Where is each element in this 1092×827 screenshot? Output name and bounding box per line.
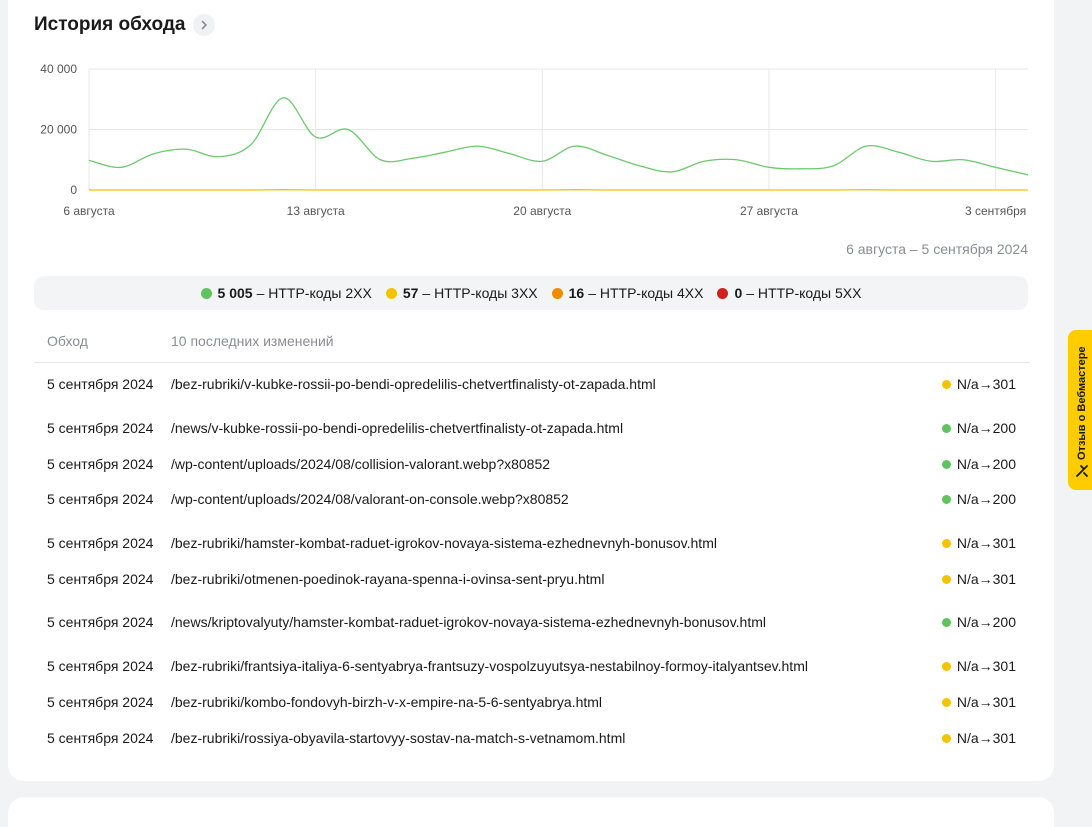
row-date: 5 сентября 2024 (47, 535, 153, 551)
legend: 5 005– HTTP-коды 2XX57– HTTP-коды 3XX16–… (34, 276, 1028, 310)
legend-value: 16 (569, 285, 585, 301)
chevron-right-icon[interactable] (193, 14, 215, 36)
date-range: 6 августа – 5 сентября 2024 (846, 241, 1028, 257)
status-text: N/a→301 (957, 376, 1016, 392)
column-crawl: Обход (47, 333, 88, 349)
row-status: N/a→301 (942, 376, 1016, 392)
crawl-history-card: История обхода 40 000 20 000 0 6 августа 13 … (8, 0, 1054, 781)
series-line-0 (89, 98, 1028, 175)
title-row: История обхода (34, 14, 215, 36)
y-tick-label: 40 000 (40, 62, 77, 76)
status-dot (942, 539, 951, 548)
row-date: 5 сентября 2024 (47, 456, 153, 472)
table-row: 5 сентября 2024/news/v-kubke-rossii-po-b… (34, 417, 1030, 441)
row-status: N/a→200 (942, 420, 1016, 436)
y-tick-label: 0 (70, 183, 77, 197)
table-row: 5 сентября 2024/wp-content/uploads/2024/… (34, 488, 1030, 512)
row-url[interactable]: /news/kriptovalyuty/hamster-kombat-radue… (171, 614, 766, 630)
row-status: N/a→200 (942, 456, 1016, 472)
status-text: N/a→200 (957, 456, 1016, 472)
row-date: 5 сентября 2024 (47, 614, 153, 630)
next-card (8, 797, 1054, 827)
x-tick-label: 27 августа (740, 204, 798, 218)
table-row: 5 сентября 2024/bez-rubriki/frantsiya-it… (34, 655, 1030, 679)
crawl-chart: 40 000 20 000 0 6 августа 13 августа 20 авгус… (8, 50, 1054, 230)
table-row: 5 сентября 2024/bez-rubriki/kombo-fondov… (34, 691, 1030, 715)
page-title: История обхода (34, 14, 185, 36)
status-dot (942, 424, 951, 433)
row-status: N/a→301 (942, 694, 1016, 710)
legend-label: – HTTP-коды 2XX (257, 285, 372, 301)
legend-dot (552, 288, 563, 299)
status-text: N/a→200 (957, 491, 1016, 507)
row-url[interactable]: /wp-content/uploads/2024/08/valorant-on-… (171, 491, 569, 507)
table-row: 5 сентября 2024/bez-rubriki/hamster-komb… (34, 532, 1030, 556)
x-tick-label: 13 августа (287, 204, 345, 218)
legend-value: 57 (403, 285, 419, 301)
row-url[interactable]: /bez-rubriki/rossiya-obyavila-startovyy-… (171, 730, 625, 746)
x-tick-label: 20 августа (513, 204, 571, 218)
legend-item[interactable]: 57– HTTP-коды 3XX (386, 285, 538, 301)
status-text: N/a→301 (957, 571, 1016, 587)
row-status: N/a→301 (942, 658, 1016, 674)
row-url[interactable]: /bez-rubriki/hamster-kombat-raduet-igrok… (171, 535, 717, 551)
status-dot (942, 698, 951, 707)
legend-label: – HTTP-коды 3XX (422, 285, 537, 301)
x-tick-label: 3 сентября (965, 204, 1026, 218)
legend-dot (201, 288, 212, 299)
legend-item[interactable]: 16– HTTP-коды 4XX (552, 285, 704, 301)
row-status: N/a→301 (942, 535, 1016, 551)
table-row: 5 сентября 2024/bez-rubriki/otmenen-poed… (34, 568, 1030, 592)
table-row: 5 сентября 2024/wp-content/uploads/2024/… (34, 453, 1030, 477)
status-text: N/a→200 (957, 614, 1016, 630)
y-tick-label: 20 000 (40, 123, 77, 137)
status-text: N/a→301 (957, 658, 1016, 674)
table-header: Обход 10 последних изменений (34, 324, 1030, 363)
status-dot (942, 460, 951, 469)
row-date: 5 сентября 2024 (47, 420, 153, 436)
status-dot (942, 380, 951, 389)
x-tick-label: 6 августа (63, 204, 115, 218)
row-date: 5 сентября 2024 (47, 730, 153, 746)
legend-dot (717, 288, 728, 299)
table-row: 5 сентября 2024/bez-rubriki/rossiya-obya… (34, 727, 1030, 751)
legend-dot (386, 288, 397, 299)
row-status: N/a→200 (942, 491, 1016, 507)
row-url[interactable]: /bez-rubriki/otmenen-poedinok-rayana-spe… (171, 571, 604, 587)
row-status: N/a→301 (942, 730, 1016, 746)
status-dot (942, 734, 951, 743)
row-status: N/a→200 (942, 614, 1016, 630)
row-date: 5 сентября 2024 (47, 376, 153, 392)
legend-item[interactable]: 0– HTTP-коды 5XX (717, 285, 861, 301)
status-dot (942, 495, 951, 504)
table-row: 5 сентября 2024/news/kriptovalyuty/hamst… (34, 611, 1030, 635)
row-status: N/a→301 (942, 571, 1016, 587)
row-url[interactable]: /bez-rubriki/kombo-fondovyh-birzh-v-x-em… (171, 694, 602, 710)
feedback-tab[interactable]: Отзыв о Вебмастере (1068, 330, 1092, 490)
table-row: 5 сентября 2024/bez-rubriki/v-kubke-ross… (34, 373, 1030, 397)
feedback-label: Отзыв о Вебмастере (1076, 346, 1088, 460)
tools-icon (1075, 464, 1089, 478)
status-dot (942, 575, 951, 584)
row-url[interactable]: /bez-rubriki/v-kubke-rossii-po-bendi-opr… (171, 376, 656, 392)
status-text: N/a→200 (957, 420, 1016, 436)
row-date: 5 сентября 2024 (47, 658, 153, 674)
status-dot (942, 662, 951, 671)
status-text: N/a→301 (957, 535, 1016, 551)
legend-label: – HTTP-коды 4XX (588, 285, 703, 301)
legend-label: – HTTP-коды 5XX (746, 285, 861, 301)
legend-item[interactable]: 5 005– HTTP-коды 2XX (201, 285, 372, 301)
legend-value: 0 (734, 285, 742, 301)
row-url[interactable]: /wp-content/uploads/2024/08/collision-va… (171, 456, 550, 472)
row-url[interactable]: /news/v-kubke-rossii-po-bendi-opredelili… (171, 420, 623, 436)
status-text: N/a→301 (957, 730, 1016, 746)
row-date: 5 сентября 2024 (47, 694, 153, 710)
column-changes: 10 последних изменений (171, 333, 334, 349)
legend-value: 5 005 (218, 285, 253, 301)
row-date: 5 сентября 2024 (47, 571, 153, 587)
status-dot (942, 618, 951, 627)
row-url[interactable]: /bez-rubriki/frantsiya-italiya-6-sentyab… (171, 658, 808, 674)
status-text: N/a→301 (957, 694, 1016, 710)
row-date: 5 сентября 2024 (47, 491, 153, 507)
